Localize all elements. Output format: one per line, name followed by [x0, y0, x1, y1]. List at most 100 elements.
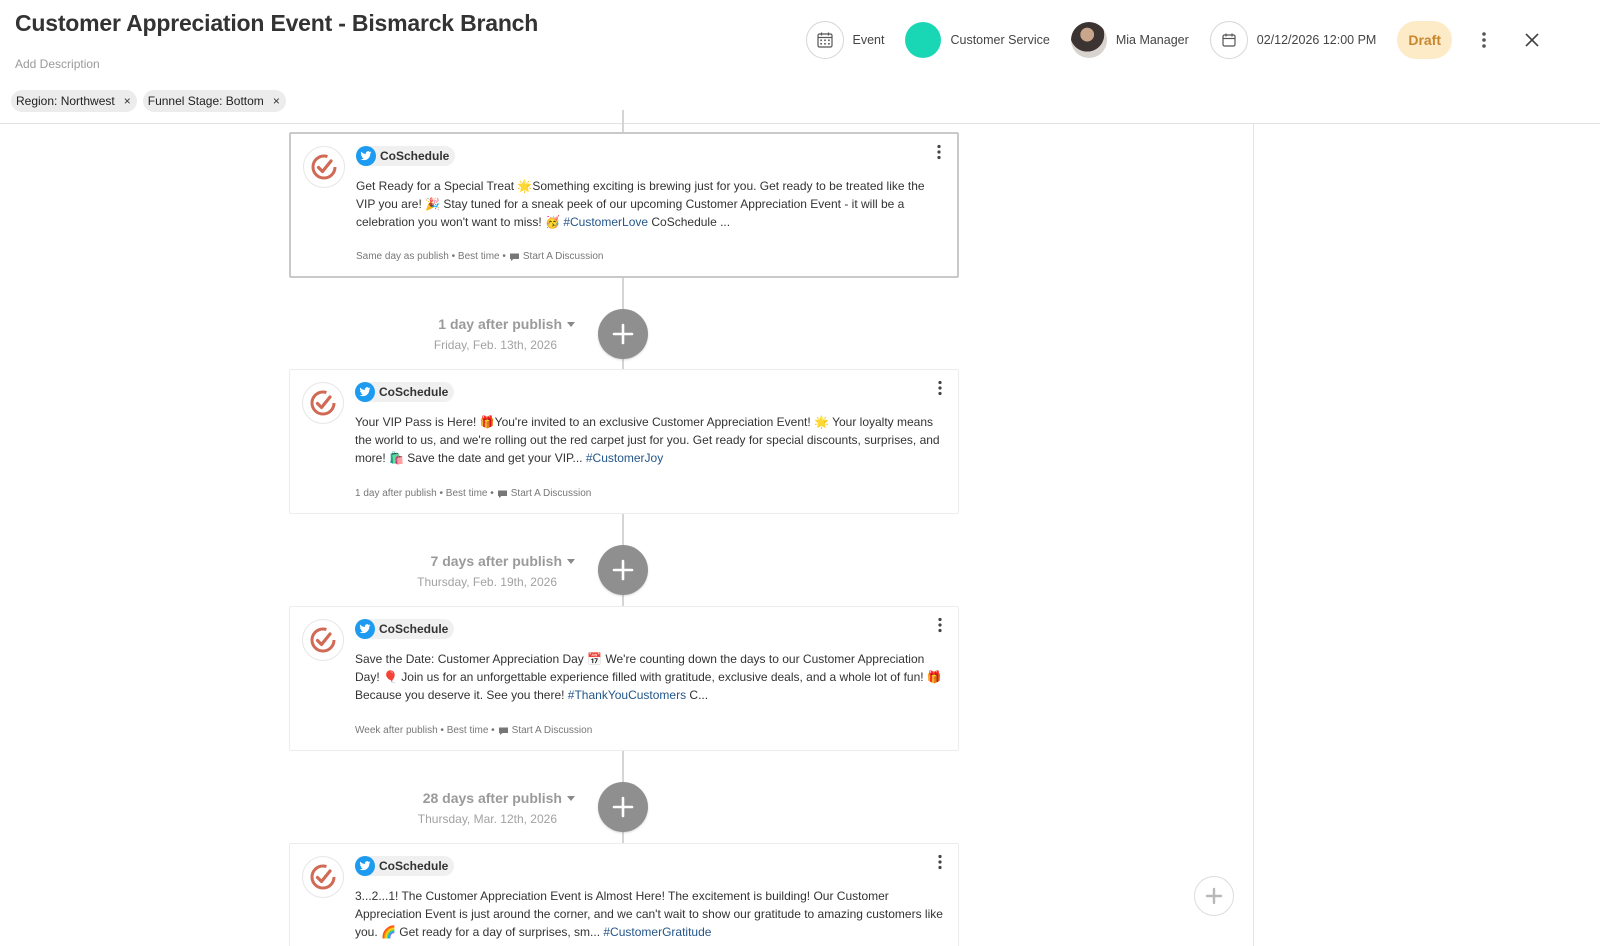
add-item-button[interactable]: [1194, 876, 1234, 916]
twitter-icon: [355, 382, 375, 402]
coschedule-logo-icon: [303, 146, 345, 188]
account-name: CoSchedule: [379, 385, 449, 399]
best-time-label: Best time: [457, 251, 500, 262]
stage-date: Friday, Feb. 13th, 2026: [433, 338, 557, 352]
best-time-label: Best time: [446, 725, 489, 736]
caret-down-icon: [567, 795, 575, 801]
remove-tag-button[interactable]: ×: [124, 94, 131, 108]
avatar: [1070, 22, 1107, 58]
remove-tag-button[interactable]: ×: [273, 94, 280, 108]
add-message-button[interactable]: [598, 309, 648, 359]
discussion-label: Start A Discussion: [522, 251, 604, 262]
stage-label: 28 days after publish: [422, 790, 562, 806]
tag-list: Region: Northwest × Funnel Stage: Bottom…: [11, 90, 286, 112]
card-menu-icon[interactable]: [934, 854, 946, 872]
add-message-button[interactable]: [598, 782, 648, 832]
best-time-label: Best time: [445, 488, 488, 499]
date-selector[interactable]: 02/12/2026 12:00 PM: [1209, 21, 1377, 59]
account-name: CoSchedule: [379, 622, 449, 636]
panel-divider: [1253, 124, 1254, 946]
team-selector[interactable]: Customer Service: [905, 22, 1050, 58]
timing-label: Same day as publish: [356, 251, 449, 262]
team-color-swatch: [905, 22, 942, 58]
stage-offset-dropdown[interactable]: 1 day after publish: [275, 316, 575, 332]
twitter-icon: [356, 146, 376, 166]
message-text: Get Ready for a Special Treat 🌟Something…: [356, 177, 946, 231]
start-discussion-link[interactable]: Start A Discussion: [497, 488, 592, 499]
calendar-icon: [1209, 21, 1248, 59]
social-account-chip: CoSchedule: [355, 382, 455, 402]
timeline-stage: 1 day after publish Friday, Feb. 13th, 2…: [275, 316, 575, 352]
comment-icon: [497, 490, 507, 498]
social-message-card[interactable]: CoSchedule 3...2...1! The Customer Appre…: [289, 843, 959, 946]
social-message-card[interactable]: CoSchedule Save the Date: Customer Appre…: [289, 606, 959, 751]
stage-label: 1 day after publish: [438, 316, 562, 332]
account-name: CoSchedule: [380, 149, 450, 163]
timeline-stage: 7 days after publish Thursday, Feb. 19th…: [275, 553, 575, 589]
add-description-link[interactable]: Add Description: [15, 57, 100, 71]
account-name: CoSchedule: [379, 859, 449, 873]
message-text: 3...2...1! The Customer Appreciation Eve…: [355, 887, 945, 941]
datetime-label: 02/12/2026 12:00 PM: [1256, 33, 1377, 47]
social-message-card[interactable]: CoSchedule Get Ready for a Special Treat…: [289, 132, 959, 278]
coschedule-logo-icon: [302, 619, 344, 661]
owner-name: Mia Manager: [1115, 33, 1189, 47]
plus-icon: [1205, 887, 1223, 905]
social-account-chip: CoSchedule: [355, 619, 455, 639]
add-message-button[interactable]: [598, 545, 648, 595]
discussion-label: Start A Discussion: [511, 725, 593, 736]
type-label: Event: [852, 33, 885, 47]
coschedule-logo-icon: [302, 382, 344, 424]
plus-icon: [612, 796, 634, 818]
tag-label: Region: Northwest: [16, 94, 115, 108]
card-meta: 1 day after publish • Best time • Start …: [355, 488, 592, 499]
message-text: Save the Date: Customer Appreciation Day…: [355, 650, 945, 704]
discussion-label: Start A Discussion: [510, 488, 592, 499]
timing-label: 1 day after publish: [355, 488, 437, 499]
more-options-icon[interactable]: [1474, 31, 1494, 49]
card-menu-icon[interactable]: [933, 144, 945, 162]
page-title[interactable]: Customer Appreciation Event - Bismarck B…: [15, 10, 538, 37]
card-menu-icon[interactable]: [934, 617, 946, 635]
caret-down-icon: [567, 558, 575, 564]
twitter-icon: [355, 619, 375, 639]
caret-down-icon: [567, 321, 575, 327]
stage-offset-dropdown[interactable]: 7 days after publish: [275, 553, 575, 569]
calendar-grid-icon: [805, 21, 844, 59]
comment-icon: [509, 253, 519, 261]
status-badge[interactable]: Draft: [1397, 21, 1452, 59]
timeline-stage: 28 days after publish Thursday, Mar. 12t…: [275, 790, 575, 826]
start-discussion-link[interactable]: Start A Discussion: [498, 725, 593, 736]
stage-label: 7 days after publish: [430, 553, 562, 569]
hashtag-link[interactable]: #CustomerGratitude: [603, 925, 711, 939]
team-label: Customer Service: [950, 33, 1050, 47]
tag-region: Region: Northwest ×: [11, 90, 137, 112]
start-discussion-link[interactable]: Start A Discussion: [509, 251, 604, 262]
owner-selector[interactable]: Mia Manager: [1070, 22, 1189, 58]
stage-date: Thursday, Feb. 19th, 2026: [417, 575, 557, 589]
hashtag-link[interactable]: #CustomerLove: [563, 215, 648, 229]
social-account-chip: CoSchedule: [355, 856, 455, 876]
type-selector[interactable]: Event: [805, 21, 885, 59]
header-controls: Event Customer Service Mia Manager 02/12…: [805, 20, 1600, 60]
coschedule-logo-icon: [302, 856, 344, 898]
timing-label: Week after publish: [355, 725, 438, 736]
tag-funnel-stage: Funnel Stage: Bottom ×: [142, 90, 286, 112]
message-body-end: C...: [686, 688, 709, 702]
message-text: Your VIP Pass is Here! 🎁You're invited t…: [355, 413, 945, 467]
card-meta: Same day as publish • Best time • Start …: [356, 251, 604, 262]
hashtag-link[interactable]: #ThankYouCustomers: [568, 688, 686, 702]
social-account-chip: CoSchedule: [356, 146, 456, 166]
social-message-card[interactable]: CoSchedule Your VIP Pass is Here! 🎁You'r…: [289, 369, 959, 514]
event-header: Customer Appreciation Event - Bismarck B…: [0, 0, 1600, 124]
card-menu-icon[interactable]: [934, 380, 946, 398]
message-body-end: CoSchedule ...: [648, 215, 731, 229]
plus-icon: [612, 323, 634, 345]
tag-label: Funnel Stage: Bottom: [147, 94, 264, 108]
hashtag-link[interactable]: #CustomerJoy: [586, 451, 663, 465]
plus-icon: [612, 559, 634, 581]
card-meta: Week after publish • Best time • Start A…: [355, 725, 593, 736]
stage-date: Thursday, Mar. 12th, 2026: [417, 812, 557, 826]
stage-offset-dropdown[interactable]: 28 days after publish: [275, 790, 575, 806]
close-icon[interactable]: [1522, 30, 1542, 50]
